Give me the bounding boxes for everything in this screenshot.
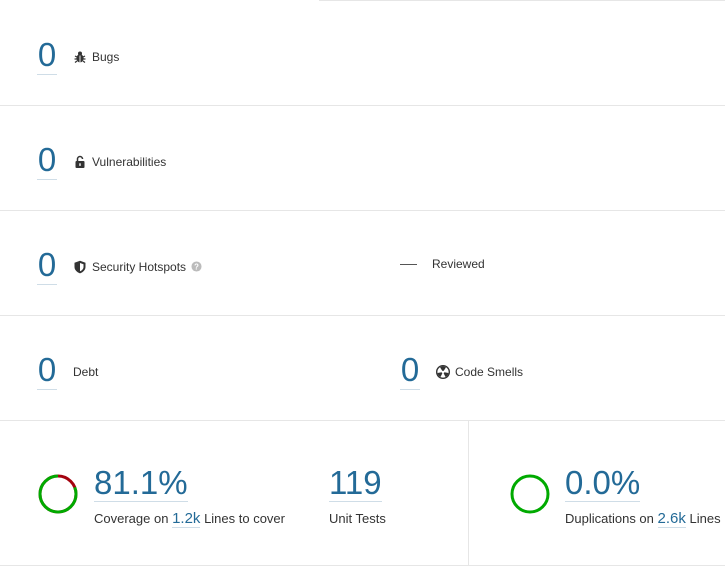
vulnerabilities-label-wrap: Vulnerabilities xyxy=(73,155,166,169)
debt-label-wrap: Debt xyxy=(73,365,98,379)
code-smells-count[interactable]: 0 xyxy=(400,353,420,390)
help-icon[interactable]: ? xyxy=(191,261,202,272)
coverage-suffix: Lines to cover xyxy=(204,511,285,526)
duplications-metric: 0.0% Duplications on 2.6k Lines xyxy=(509,466,721,528)
radiation-icon xyxy=(436,364,450,379)
bugs-row: 0 Bugs xyxy=(0,1,725,106)
hotspots-label: Security Hotspots xyxy=(92,259,187,274)
reviewed-metric: Reviewed xyxy=(400,257,485,271)
coverage-text: 81.1% Coverage on 1.2k Lines to cover xyxy=(94,466,285,528)
coverage-lines-link[interactable]: 1.2k xyxy=(172,510,201,528)
hotspots-row: 0 Security Hotspots ? Reviewed xyxy=(0,211,725,316)
debt-label: Debt xyxy=(73,364,99,379)
duplications-donut-icon[interactable] xyxy=(509,473,551,515)
maintainability-row: 0 Debt 0 Code Smells xyxy=(0,316,725,421)
code-smells-metric: 0 Code Smells xyxy=(400,353,523,390)
reviewed-label: Reviewed xyxy=(432,257,485,271)
duplications-suffix: Lines xyxy=(689,511,721,526)
debt-count[interactable]: 0 xyxy=(37,353,57,390)
coverage-metric: 81.1% Coverage on 1.2k Lines to cover xyxy=(37,466,285,528)
duplications-percent[interactable]: 0.0% xyxy=(565,466,641,502)
duplications-text: 0.0% Duplications on 2.6k Lines xyxy=(565,466,721,528)
debt-metric: 0 Debt xyxy=(37,353,98,390)
unlock-icon xyxy=(75,155,85,168)
hotspots-count[interactable]: 0 xyxy=(37,248,57,285)
vulnerabilities-label: Vulnerabilities xyxy=(92,154,167,169)
shield-icon xyxy=(74,260,86,273)
svg-text:?: ? xyxy=(194,262,199,271)
duplications-lines-link[interactable]: 2.6k xyxy=(657,510,686,528)
coverage-duplications-row: 81.1% Coverage on 1.2k Lines to cover 11… xyxy=(0,421,725,566)
reviewed-empty-value xyxy=(400,263,417,265)
unit-tests-metric: 119 Unit Tests xyxy=(329,466,386,526)
bugs-metric: 0 Bugs xyxy=(37,38,119,75)
unit-tests-label: Unit Tests xyxy=(329,511,386,526)
hotspots-metric: 0 Security Hotspots ? xyxy=(37,248,202,285)
coverage-subtitle: Coverage on 1.2k Lines to cover xyxy=(94,510,285,528)
vulnerabilities-row: 0 Vulnerabilities xyxy=(0,106,725,211)
measures-overview: 0 Bugs 0 Vulnerabilities 0 Security Hots… xyxy=(0,0,725,566)
coverage-percent[interactable]: 81.1% xyxy=(94,466,188,502)
duplications-subtitle: Duplications on 2.6k Lines xyxy=(565,510,721,528)
vulnerabilities-count[interactable]: 0 xyxy=(37,143,57,180)
bug-icon xyxy=(74,51,86,63)
bugs-count[interactable]: 0 xyxy=(37,38,57,75)
coverage-prefix: Coverage on xyxy=(94,511,169,526)
unit-tests-count[interactable]: 119 xyxy=(329,466,382,502)
hotspots-label-wrap: Security Hotspots ? xyxy=(73,260,202,274)
code-smells-label: Code Smells xyxy=(455,364,524,379)
coverage-donut-icon[interactable] xyxy=(37,473,79,515)
vulnerabilities-metric: 0 Vulnerabilities xyxy=(37,143,166,180)
bugs-label: Bugs xyxy=(92,49,120,64)
duplications-prefix: Duplications on xyxy=(565,511,654,526)
bugs-label-wrap: Bugs xyxy=(73,50,119,64)
code-smells-label-wrap: Code Smells xyxy=(436,365,523,379)
coverage-divider xyxy=(468,421,469,565)
